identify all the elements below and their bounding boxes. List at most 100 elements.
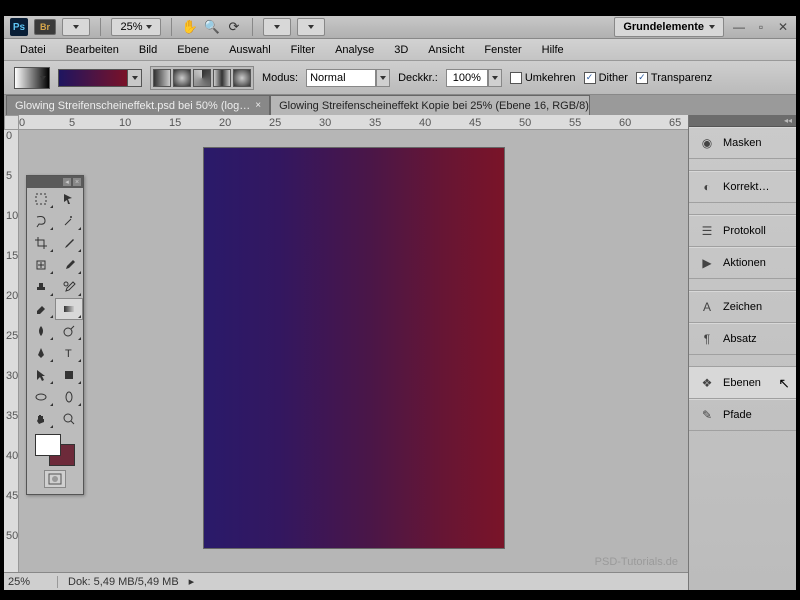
- document-tab-1[interactable]: Glowing Streifenscheineffekt.psd bei 50%…: [6, 95, 270, 115]
- gradient-type-group: [150, 66, 254, 90]
- maximize-button[interactable]: ▫: [754, 20, 768, 34]
- gradient-preview[interactable]: [58, 69, 128, 87]
- menu-file[interactable]: Datei: [10, 41, 56, 59]
- dither-checkbox[interactable]: ✓Dither: [584, 72, 628, 84]
- document-tab-2[interactable]: Glowing Streifenscheineffekt Kopie bei 2…: [270, 95, 590, 115]
- menu-filter[interactable]: Filter: [281, 41, 325, 59]
- status-zoom[interactable]: 25%: [8, 576, 58, 588]
- close-icon[interactable]: ×: [73, 178, 81, 186]
- crop-tool[interactable]: [27, 232, 55, 254]
- tools-panel[interactable]: ◂ × T: [26, 175, 84, 495]
- panel-layers[interactable]: ❖Ebenen↖: [689, 367, 796, 399]
- adjust-icon: ◐: [699, 179, 715, 195]
- color-swatches[interactable]: [35, 434, 75, 466]
- panel-actions[interactable]: ▶Aktionen: [689, 247, 796, 279]
- menu-analysis[interactable]: Analyse: [325, 41, 384, 59]
- quick-mask-toggle[interactable]: [44, 470, 66, 488]
- opacity-dropdown[interactable]: [488, 69, 502, 87]
- canvas-artboard[interactable]: [204, 148, 504, 548]
- menu-layer[interactable]: Ebene: [167, 41, 219, 59]
- cursor-icon: ↖: [778, 375, 790, 392]
- sidebar-collapse[interactable]: ◂◂: [689, 115, 796, 127]
- diamond-gradient-icon[interactable]: [233, 69, 251, 87]
- foreground-color[interactable]: [35, 434, 61, 456]
- eyedropper-tool[interactable]: [55, 232, 83, 254]
- opacity-label: Deckkr.:: [398, 72, 438, 84]
- menu-select[interactable]: Auswahl: [219, 41, 281, 59]
- panel-character[interactable]: AZeichen: [689, 291, 796, 323]
- brush-tool[interactable]: [55, 254, 83, 276]
- workspace-switcher[interactable]: Grundelemente: [614, 17, 724, 37]
- 3d-rotate-tool[interactable]: [27, 386, 55, 408]
- paragraph-icon: ¶: [699, 331, 715, 347]
- wand-tool[interactable]: [55, 210, 83, 232]
- gradient-picker-dropdown[interactable]: [128, 69, 142, 87]
- eraser-tool[interactable]: [27, 298, 55, 320]
- ruler-horizontal[interactable]: 05101520253035404550556065: [19, 115, 688, 130]
- panel-masks[interactable]: ◉Masken: [689, 127, 796, 159]
- rotate-view-icon[interactable]: ⟳: [226, 19, 242, 35]
- status-bar: 25% Dok: 5,49 MB/5,49 MB ▸: [4, 572, 688, 590]
- bridge-icon[interactable]: Br: [34, 19, 56, 35]
- blend-mode-select[interactable]: Normal: [306, 69, 376, 87]
- panel-paragraph[interactable]: ¶Absatz: [689, 323, 796, 355]
- menu-view[interactable]: Ansicht: [418, 41, 474, 59]
- zoom-tool[interactable]: [55, 408, 83, 430]
- panel-history[interactable]: ☰Protokoll: [689, 215, 796, 247]
- close-icon[interactable]: ×: [255, 100, 261, 111]
- reflected-gradient-icon[interactable]: [213, 69, 231, 87]
- radial-gradient-icon[interactable]: [173, 69, 191, 87]
- zoom-icon[interactable]: 🔍: [204, 19, 220, 35]
- hand-tool[interactable]: [27, 408, 55, 430]
- status-docsize: Dok: 5,49 MB/5,49 MB: [68, 576, 179, 588]
- mode-label: Modus:: [262, 72, 298, 84]
- svg-text:T: T: [65, 348, 72, 360]
- pen-tool[interactable]: [27, 342, 55, 364]
- angle-gradient-icon[interactable]: [193, 69, 211, 87]
- minimize-button[interactable]: —: [732, 20, 746, 34]
- menu-help[interactable]: Hilfe: [532, 41, 574, 59]
- menu-window[interactable]: Fenster: [474, 41, 531, 59]
- status-arrow-icon[interactable]: ▸: [189, 575, 195, 588]
- blend-mode-dropdown[interactable]: [376, 69, 390, 87]
- move-tool[interactable]: [55, 188, 83, 210]
- close-button[interactable]: ✕: [776, 20, 790, 34]
- history-brush-tool[interactable]: [55, 276, 83, 298]
- titlebar: Ps Br 25% ✋ 🔍 ⟳ Grundelemente — ▫ ✕: [4, 16, 796, 39]
- tool-preset-picker[interactable]: [14, 67, 50, 89]
- menu-edit[interactable]: Bearbeiten: [56, 41, 129, 59]
- dodge-tool[interactable]: [55, 320, 83, 342]
- lasso-tool[interactable]: [27, 210, 55, 232]
- layout-dropdown[interactable]: [62, 18, 90, 36]
- zoom-dropdown[interactable]: 25%: [111, 18, 161, 36]
- hand-icon[interactable]: ✋: [182, 19, 198, 35]
- main-area: 05101520253035404550556065 0510152025303…: [4, 115, 796, 590]
- right-sidebar: ◂◂ ◉Masken ◐Korrekt… ☰Protokoll ▶Aktione…: [688, 115, 796, 590]
- opacity-input[interactable]: 100%: [446, 69, 488, 87]
- shape-tool[interactable]: [55, 364, 83, 386]
- screen-mode-dropdown[interactable]: [297, 18, 325, 36]
- path-select-tool[interactable]: [27, 364, 55, 386]
- panel-paths[interactable]: ✎Pfade: [689, 399, 796, 431]
- panel-adjustments[interactable]: ◐Korrekt…: [689, 171, 796, 203]
- gradient-tool[interactable]: [55, 298, 83, 320]
- 3d-camera-tool[interactable]: [55, 386, 83, 408]
- tools-panel-header[interactable]: ◂ ×: [27, 176, 83, 188]
- actions-icon: ▶: [699, 255, 715, 271]
- transparency-checkbox[interactable]: ✓Transparenz: [636, 72, 712, 84]
- blur-tool[interactable]: [27, 320, 55, 342]
- history-icon: ☰: [699, 223, 715, 239]
- linear-gradient-icon[interactable]: [153, 69, 171, 87]
- canvas-viewport[interactable]: [19, 130, 688, 572]
- menu-3d[interactable]: 3D: [384, 41, 418, 59]
- stamp-tool[interactable]: [27, 276, 55, 298]
- reverse-checkbox[interactable]: Umkehren: [510, 72, 576, 84]
- collapse-icon[interactable]: ◂: [63, 178, 71, 186]
- menu-image[interactable]: Bild: [129, 41, 167, 59]
- marquee-tool[interactable]: [27, 188, 55, 210]
- ruler-vertical[interactable]: 05101520253035404550: [4, 130, 19, 572]
- type-tool[interactable]: T: [55, 342, 83, 364]
- healing-tool[interactable]: [27, 254, 55, 276]
- arrange-dropdown[interactable]: [263, 18, 291, 36]
- ruler-origin[interactable]: [4, 115, 19, 130]
